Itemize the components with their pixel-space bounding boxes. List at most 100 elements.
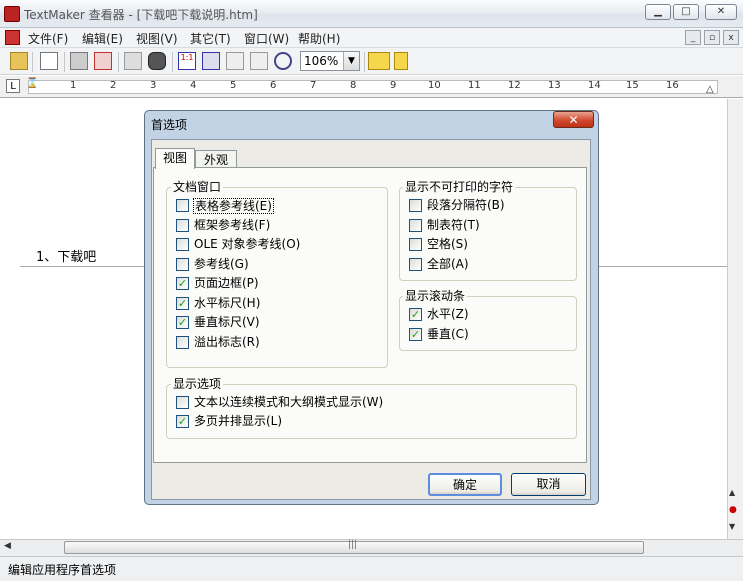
- chevron-down-icon[interactable]: ▼: [343, 52, 359, 70]
- print-icon[interactable]: [70, 52, 88, 70]
- checkbox-label[interactable]: 框架参考线(F): [194, 218, 270, 232]
- checkbox-spaces[interactable]: [409, 238, 422, 251]
- ruler-number: 11: [468, 80, 481, 91]
- mdi-restore-button[interactable]: ▫: [704, 30, 720, 45]
- checkbox-label[interactable]: 多页并排显示(L): [194, 414, 282, 428]
- checkbox-guides[interactable]: [176, 258, 189, 271]
- menu-file[interactable]: 文件(F): [28, 30, 68, 47]
- ruler-number: 14: [588, 80, 601, 91]
- checkmark-icon: ✓: [177, 297, 188, 310]
- checkbox-label[interactable]: 段落分隔符(B): [427, 198, 505, 212]
- checkbox-label[interactable]: 全部(A): [427, 257, 469, 271]
- checkbox-continuous-outline[interactable]: [176, 396, 189, 409]
- minimize-button[interactable]: ▁: [645, 4, 671, 20]
- mdi-close-button[interactable]: x: [723, 30, 739, 45]
- checkbox-all[interactable]: [409, 258, 422, 271]
- mdi-minimize-button[interactable]: _: [685, 30, 701, 45]
- menu-window[interactable]: 窗口(W): [244, 30, 289, 47]
- document-text: 1、下载吧: [36, 250, 97, 265]
- two-pages-icon[interactable]: [250, 52, 268, 70]
- find-binoculars-icon[interactable]: [148, 52, 166, 70]
- checkbox-label[interactable]: 溢出标志(R): [194, 335, 260, 349]
- checkbox-label[interactable]: 文本以连续模式和大纲模式显示(W): [194, 395, 383, 409]
- page-width-icon[interactable]: [202, 52, 220, 70]
- toolbar-separator: [32, 52, 33, 72]
- group-title: 显示不可打印的字符: [403, 180, 516, 194]
- ruler-number: 12: [508, 80, 521, 91]
- maximize-button[interactable]: □: [673, 4, 699, 20]
- menu-help[interactable]: 帮助(H): [298, 30, 340, 47]
- dialog-close-button[interactable]: ✕: [553, 111, 594, 128]
- checkbox-paragraph-marks[interactable]: [409, 199, 422, 212]
- checkbox-horizontal-ruler[interactable]: ✓: [176, 297, 189, 310]
- checkbox-vertical-ruler[interactable]: ✓: [176, 316, 189, 329]
- checkbox-horizontal-scrollbar[interactable]: ✓: [409, 308, 422, 321]
- app-icon[interactable]: [4, 6, 20, 22]
- indent-marker-icon[interactable]: ⌛: [26, 78, 38, 89]
- close-window-button[interactable]: ✕: [705, 4, 737, 20]
- new-page-icon[interactable]: [40, 52, 58, 70]
- checkbox-label[interactable]: 制表符(T): [427, 218, 480, 232]
- scroll-up-icon[interactable]: ▲: [729, 488, 735, 497]
- zoom-value: 106%: [304, 54, 339, 68]
- scroll-down-icon[interactable]: ▼: [729, 522, 735, 531]
- checkbox-frame-guides[interactable]: [176, 219, 189, 232]
- checkbox-page-border[interactable]: ✓: [176, 277, 189, 290]
- ruler-number: 8: [350, 80, 357, 91]
- checkbox-label[interactable]: 空格(S): [427, 237, 468, 251]
- ruler-number: 3: [150, 80, 157, 91]
- menu-other[interactable]: 其它(T): [190, 30, 231, 47]
- vertical-ruler-icon[interactable]: [394, 52, 408, 70]
- toolbar-separator: [364, 52, 365, 72]
- ruler-number: 10: [428, 80, 441, 91]
- ruler-number: 9: [390, 80, 397, 91]
- browse-object-icon[interactable]: ●: [729, 505, 737, 515]
- checkbox-label[interactable]: 参考线(G): [194, 257, 249, 271]
- tab-view[interactable]: 视图: [155, 148, 195, 169]
- dialog-title: 首选项: [151, 118, 188, 132]
- checkmark-icon: ✓: [177, 277, 188, 290]
- horizontal-ruler-icon[interactable]: [368, 52, 390, 70]
- pdf-icon[interactable]: [94, 52, 112, 70]
- ruler-number: 4: [190, 80, 197, 91]
- checkbox-label[interactable]: 水平标尺(H): [194, 296, 260, 310]
- copy-icon[interactable]: [124, 52, 142, 70]
- menu-view[interactable]: 视图(V): [136, 30, 178, 47]
- actual-size-icon[interactable]: 1:1: [178, 52, 196, 70]
- checkmark-icon: ✓: [410, 308, 421, 321]
- ruler-number: 2: [110, 80, 117, 91]
- ruler-number: 7: [310, 80, 317, 91]
- cancel-button[interactable]: 取消: [511, 473, 586, 496]
- group-scrollbars: [399, 296, 577, 351]
- checkbox-vertical-scrollbar[interactable]: ✓: [409, 328, 422, 341]
- ruler-strip: [28, 80, 718, 94]
- checkbox-label[interactable]: 垂直(C): [427, 327, 469, 341]
- checkbox-label[interactable]: 页面边框(P): [194, 276, 259, 290]
- toolbar-separator: [118, 52, 119, 72]
- right-indent-marker-icon[interactable]: △: [706, 84, 714, 95]
- checkbox-label[interactable]: 表格参考线(E): [193, 198, 274, 214]
- ruler-number: 5: [230, 80, 237, 91]
- checkbox-label[interactable]: OLE 对象参考线(O): [194, 237, 300, 251]
- ok-button[interactable]: 确定: [428, 473, 502, 496]
- checkbox-table-guides[interactable]: [176, 199, 189, 212]
- menu-edit[interactable]: 编辑(E): [82, 30, 123, 47]
- checkbox-tabs[interactable]: [409, 219, 422, 232]
- scroll-left-icon[interactable]: ◀: [4, 541, 11, 551]
- vertical-scrollbar[interactable]: [727, 99, 743, 539]
- zoom-magnifier-icon[interactable]: [274, 52, 292, 70]
- checkbox-ole-guides[interactable]: [176, 238, 189, 251]
- group-title: 文档窗口: [171, 180, 224, 194]
- group-display-options: [166, 384, 577, 439]
- checkmark-icon: ✓: [177, 316, 188, 329]
- full-page-icon[interactable]: [226, 52, 244, 70]
- tab-stop-icon[interactable]: L: [6, 79, 20, 93]
- open-icon[interactable]: [10, 52, 28, 70]
- grip-icon: |||: [348, 540, 358, 550]
- document-icon[interactable]: [5, 30, 20, 45]
- checkbox-multipage[interactable]: ✓: [176, 415, 189, 428]
- status-text: 编辑应用程序首选项: [8, 563, 117, 577]
- checkbox-label[interactable]: 垂直标尺(V): [194, 315, 260, 329]
- checkbox-label[interactable]: 水平(Z): [427, 307, 469, 321]
- checkbox-overflow-flag[interactable]: [176, 336, 189, 349]
